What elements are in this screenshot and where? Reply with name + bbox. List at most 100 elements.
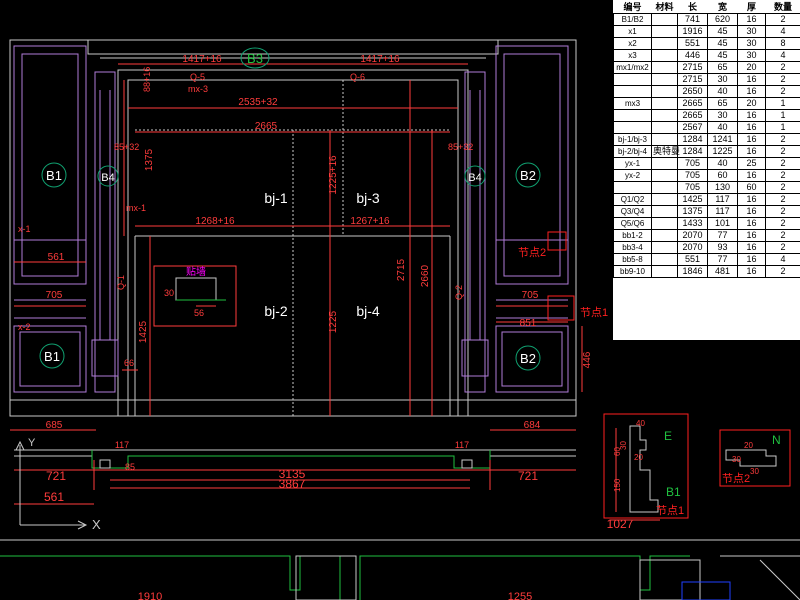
bom-cell-length: 2070 (677, 229, 708, 242)
bom-cell-material (651, 121, 678, 134)
bom-cell-quantity: 1 (765, 109, 800, 122)
bom-cell-quantity: 2 (765, 181, 800, 194)
bom-cell-thickness: 16 (737, 205, 766, 218)
dim-446: 446 (582, 351, 593, 368)
bom-cell-quantity: 2 (765, 61, 800, 74)
bom-cell-quantity: 8 (765, 37, 800, 50)
bom-cell-material (651, 205, 678, 218)
panel-bj-2: bj-2 (264, 303, 288, 319)
bom-row: Q5/Q6 1433 101 16 2 (613, 217, 800, 230)
bom-cell-thickness: 25 (737, 157, 766, 170)
bom-cell-id: bb9-10 (613, 265, 652, 278)
bom-cell-width: 40 (707, 157, 738, 170)
callout-node1[interactable]: 节点1 (580, 306, 608, 319)
strip-dim-1255: 1255 (508, 591, 532, 600)
bom-cell-id: mx1/mx2 (613, 61, 652, 74)
callout-node2[interactable]: 节点2 (518, 246, 546, 259)
dim-top-right: 1417+16 (360, 54, 400, 65)
bom-header-quantity: 数量 (765, 0, 800, 14)
bom-cell-quantity: 2 (765, 85, 800, 98)
bom-row: x3 446 45 30 4 (613, 49, 800, 62)
label-q5: Q-5 (190, 72, 205, 82)
section-e-h40: 40 (636, 419, 645, 428)
bom-cell-length: 1375 (677, 205, 708, 218)
plan-dim-721-left: 721 (46, 469, 66, 483)
dim-851: 851 (520, 318, 537, 329)
bom-row: mx1/mx2 2715 65 20 2 (613, 61, 800, 74)
tag-b2-upper: B2 (520, 168, 536, 183)
bom-cell-id: bj-1/bj-3 (613, 133, 652, 146)
section-n-d30a: 30 (732, 455, 741, 464)
tag-b2-lower: B2 (520, 351, 536, 366)
section-n-d30b: 30 (750, 467, 759, 476)
section-e-tag: B1 (666, 485, 681, 499)
bom-cell-material (651, 241, 678, 254)
bom-cell-id: Q5/Q6 (613, 217, 652, 230)
bom-cell-width: 93 (707, 241, 738, 254)
bom-cell-quantity: 2 (765, 229, 800, 242)
label-66: 66 (124, 358, 134, 368)
bom-cell-thickness: 16 (737, 241, 766, 254)
bom-cell-thickness: 30 (737, 49, 766, 62)
bom-row: B1/B2 741 620 16 2 (613, 13, 800, 26)
dim-2535: 2535+32 (238, 97, 278, 108)
bom-cell-material (651, 97, 678, 110)
bom-cell-quantity: 1 (765, 97, 800, 110)
label-85-32-right: 85+32 (448, 142, 473, 152)
bom-cell-width: 481 (707, 265, 738, 278)
bom-cell-length: 2665 (677, 97, 708, 110)
bom-cell-id (613, 85, 652, 98)
bom-cell-id: x2 (613, 37, 652, 50)
dim-684: 684 (524, 420, 541, 431)
bom-cell-length: 705 (677, 181, 708, 194)
bom-cell-id: bb3-4 (613, 241, 652, 254)
bom-row: Q1/Q2 1425 117 16 2 (613, 193, 800, 206)
bom-table: 编号 材料 长 宽 厚 数量 B1/B2 741 620 16 2 x1 1916 45 30 4… (613, 0, 800, 278)
bom-cell-material (651, 217, 678, 230)
plan-dim-117-right: 117 (455, 440, 469, 450)
detail-label: 贴墙 (186, 265, 206, 278)
section-n-d20: 20 (744, 441, 753, 450)
bom-cell-width: 77 (707, 229, 738, 242)
bom-cell-length: 2650 (677, 85, 708, 98)
bom-cell-quantity: 1 (765, 121, 800, 134)
bom-cell-id: bj-2/bj-4 (613, 145, 652, 158)
bom-cell-id (613, 121, 652, 134)
bom-cell-id: yx-2 (613, 169, 652, 182)
tag-b1-lower: B1 (44, 349, 60, 364)
dim-2665: 2665 (255, 121, 278, 132)
bom-row: bb1-2 2070 77 16 2 (613, 229, 800, 242)
dim-705-left: 705 (46, 290, 63, 301)
bom-cell-length: 1433 (677, 217, 708, 230)
bom-cell-thickness: 16 (737, 145, 766, 158)
bom-cell-thickness: 16 (737, 121, 766, 134)
bom-cell-material (651, 193, 678, 206)
bom-cell-length: 446 (677, 49, 708, 62)
bom-cell-width: 1241 (707, 133, 738, 146)
section-e-callout[interactable]: 节点1 (656, 504, 684, 517)
bom-cell-material (651, 25, 678, 38)
bom-cell-material (651, 169, 678, 182)
bom-cell-material (651, 133, 678, 146)
bom-row: yx-2 705 60 16 2 (613, 169, 800, 182)
section-e-h150: 150 (613, 478, 622, 492)
bom-cell-thickness: 16 (737, 265, 766, 278)
section-n-callout[interactable]: 节点2 (722, 472, 750, 485)
bom-cell-id: Q1/Q2 (613, 193, 652, 206)
section-e-h20: 20 (634, 453, 643, 462)
bom-cell-id (613, 73, 652, 86)
bom-cell-quantity: 2 (765, 265, 800, 278)
bom-row: 705 130 60 2 (613, 181, 800, 194)
tag-b1-upper: B1 (46, 168, 62, 183)
bill-of-materials: 编号 材料 长 宽 厚 数量 B1/B2 741 620 16 2 x1 1916 45 30 4… (613, 0, 800, 340)
bom-body: B1/B2 741 620 16 2 x1 1916 45 30 4 x2 551 45 30 8 x3 446… (613, 13, 800, 278)
dim-1425: 1425 (138, 320, 149, 343)
dim-561: 561 (48, 252, 65, 263)
bom-cell-width: 130 (707, 181, 738, 194)
bom-header-row: 编号 材料 长 宽 厚 数量 (613, 0, 800, 14)
bom-cell-id: bb5-8 (613, 253, 652, 266)
bom-cell-length: 1284 (677, 145, 708, 158)
bom-cell-id: bb1-2 (613, 229, 652, 242)
label-85-32-left: 85+32 (114, 142, 139, 152)
tag-b4-right: B4 (468, 172, 481, 184)
